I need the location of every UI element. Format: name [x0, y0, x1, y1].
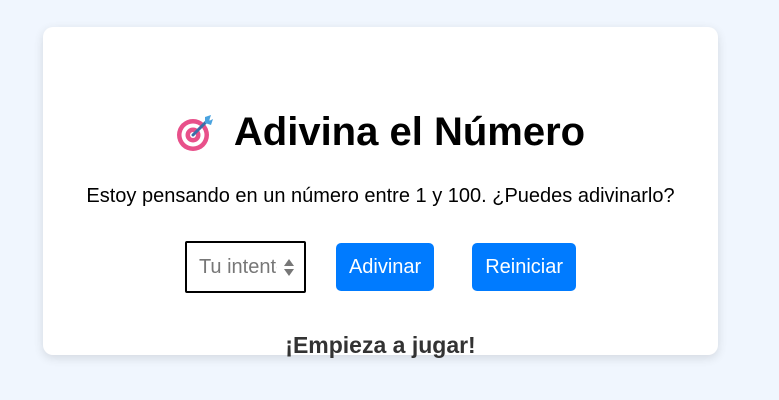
guess-input-placeholder: Tu intento: [198, 255, 277, 278]
number-spinner[interactable]: [283, 259, 294, 276]
spinner-down-icon[interactable]: [283, 269, 294, 276]
status-message: ¡Empieza a jugar!: [285, 332, 476, 358]
controls-row: Tu intento Adivinar Reiniciar: [43, 241, 718, 293]
guess-number-input[interactable]: Tu intento: [184, 241, 306, 293]
guess-button[interactable]: Adivinar: [335, 243, 435, 291]
page-title: Adivina el Número: [43, 110, 718, 155]
target-dart-icon: [176, 114, 213, 151]
instructions-text: Estoy pensando en un número entre 1 y 10…: [86, 185, 675, 207]
reset-button[interactable]: Reiniciar: [472, 243, 577, 291]
game-card: Adivina el Número Estoy pensando en un n…: [43, 27, 718, 358]
spinner-up-icon[interactable]: [283, 259, 294, 266]
title-text: Adivina el Número: [233, 110, 586, 154]
